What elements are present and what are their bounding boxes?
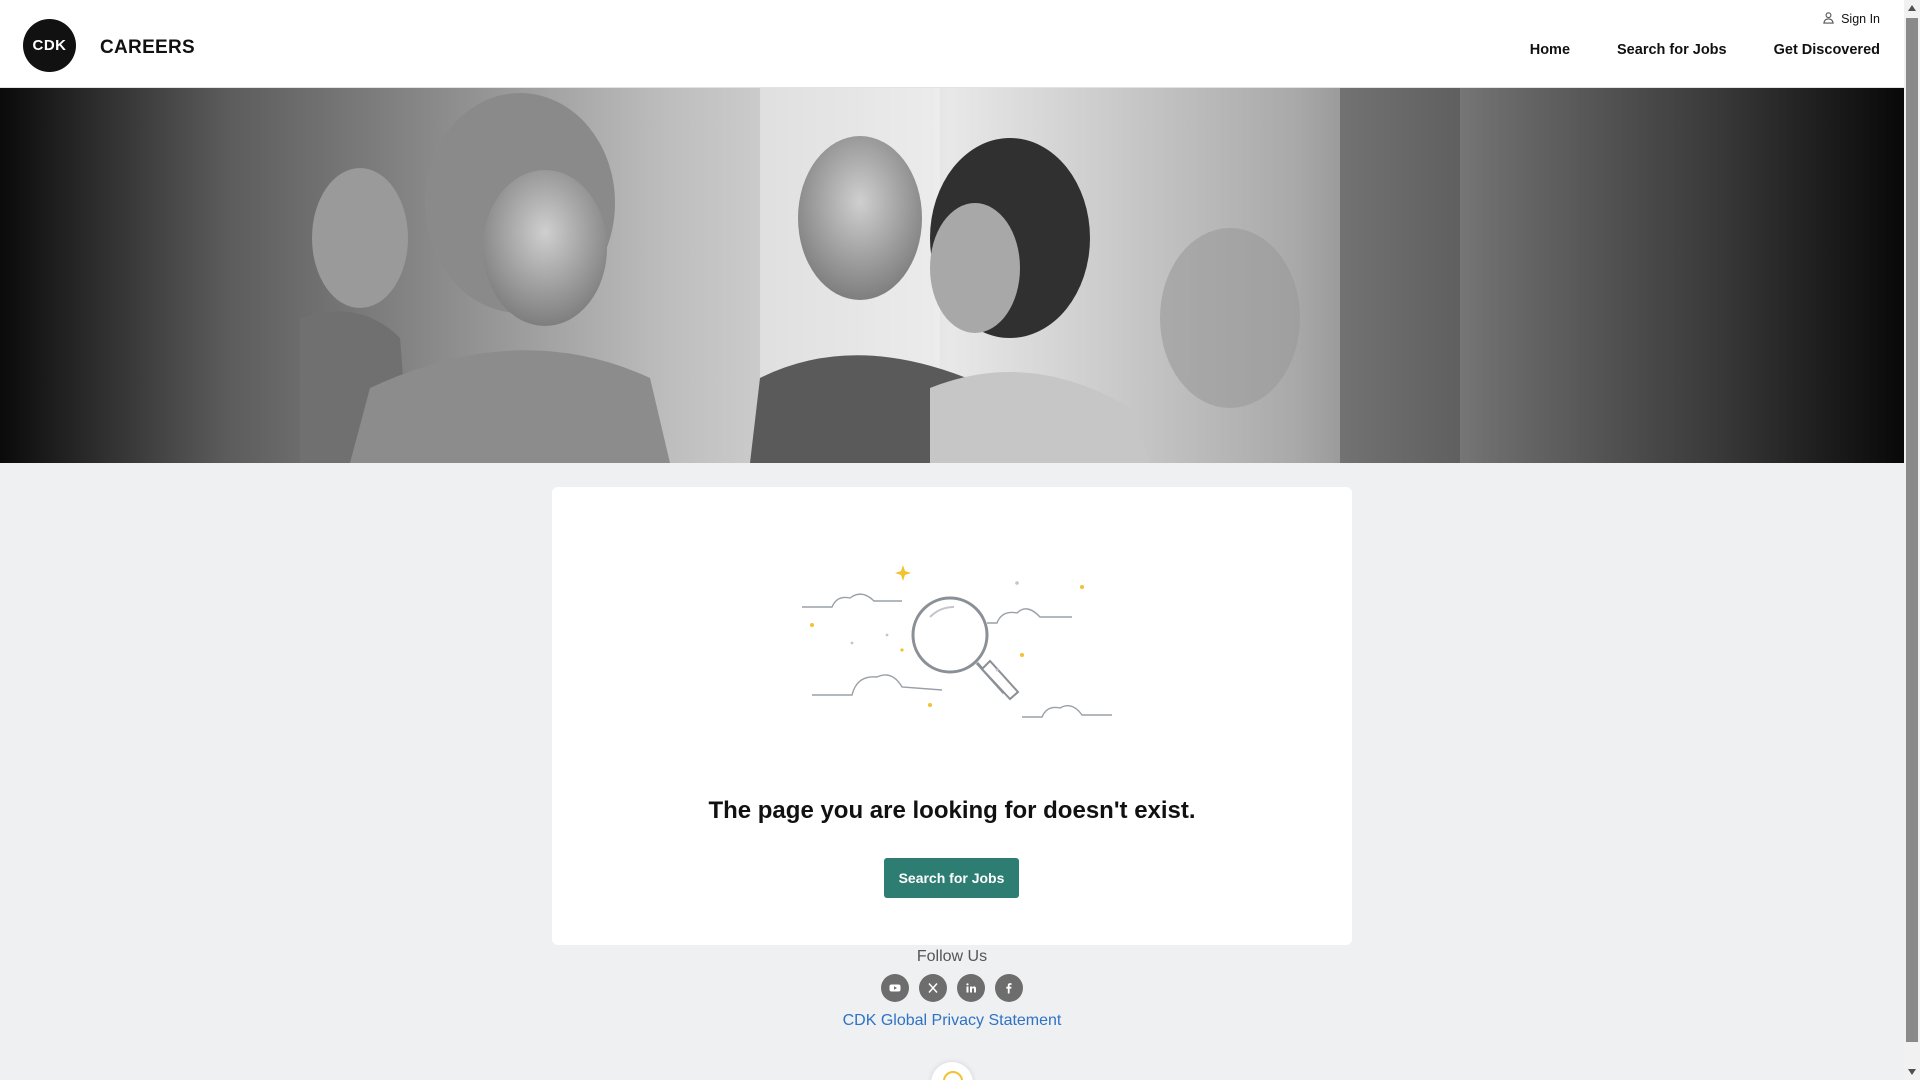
social-links [552,974,1352,1002]
main-nav: Home Search for Jobs Get Discovered [1530,42,1880,58]
nav-home[interactable]: Home [1530,42,1570,58]
cdk-logo[interactable]: CDK [23,19,76,72]
follow-us-label: Follow Us [916,948,988,965]
scrollbar-thumb[interactable] [1906,18,1918,1042]
sign-in-label: Sign In [1841,12,1880,26]
page-scrollbar[interactable] [1904,0,1920,1080]
sign-in-link[interactable]: Sign In [1822,11,1880,27]
privacy-statement-link[interactable]: CDK Global Privacy Statement [552,1012,1352,1030]
user-icon [1822,11,1835,27]
facebook-icon[interactable] [995,974,1023,1002]
not-found-card: The page you are looking for doesn't exi… [552,487,1352,945]
chat-widget-icon[interactable] [931,1062,973,1080]
magnifying-glass-illustration-icon [782,565,1122,735]
nav-search-for-jobs[interactable]: Search for Jobs [1617,42,1727,58]
nav-get-discovered[interactable]: Get Discovered [1774,42,1880,58]
scroll-down-arrow-icon[interactable] [1904,1064,1920,1080]
brand-title: CAREERS [100,37,196,58]
hero-photo [0,88,1904,463]
search-for-jobs-button[interactable]: Search for Jobs [884,858,1019,898]
youtube-icon[interactable] [881,974,909,1002]
logo-text: CDK [32,37,67,54]
site-header: CDK CAREERS Sign In Home Search for Jobs… [0,0,1904,88]
x-icon[interactable] [919,974,947,1002]
scroll-up-arrow-icon[interactable] [1904,0,1920,16]
not-found-message: The page you are looking for doesn't exi… [708,797,1196,824]
linkedin-icon[interactable] [957,974,985,1002]
